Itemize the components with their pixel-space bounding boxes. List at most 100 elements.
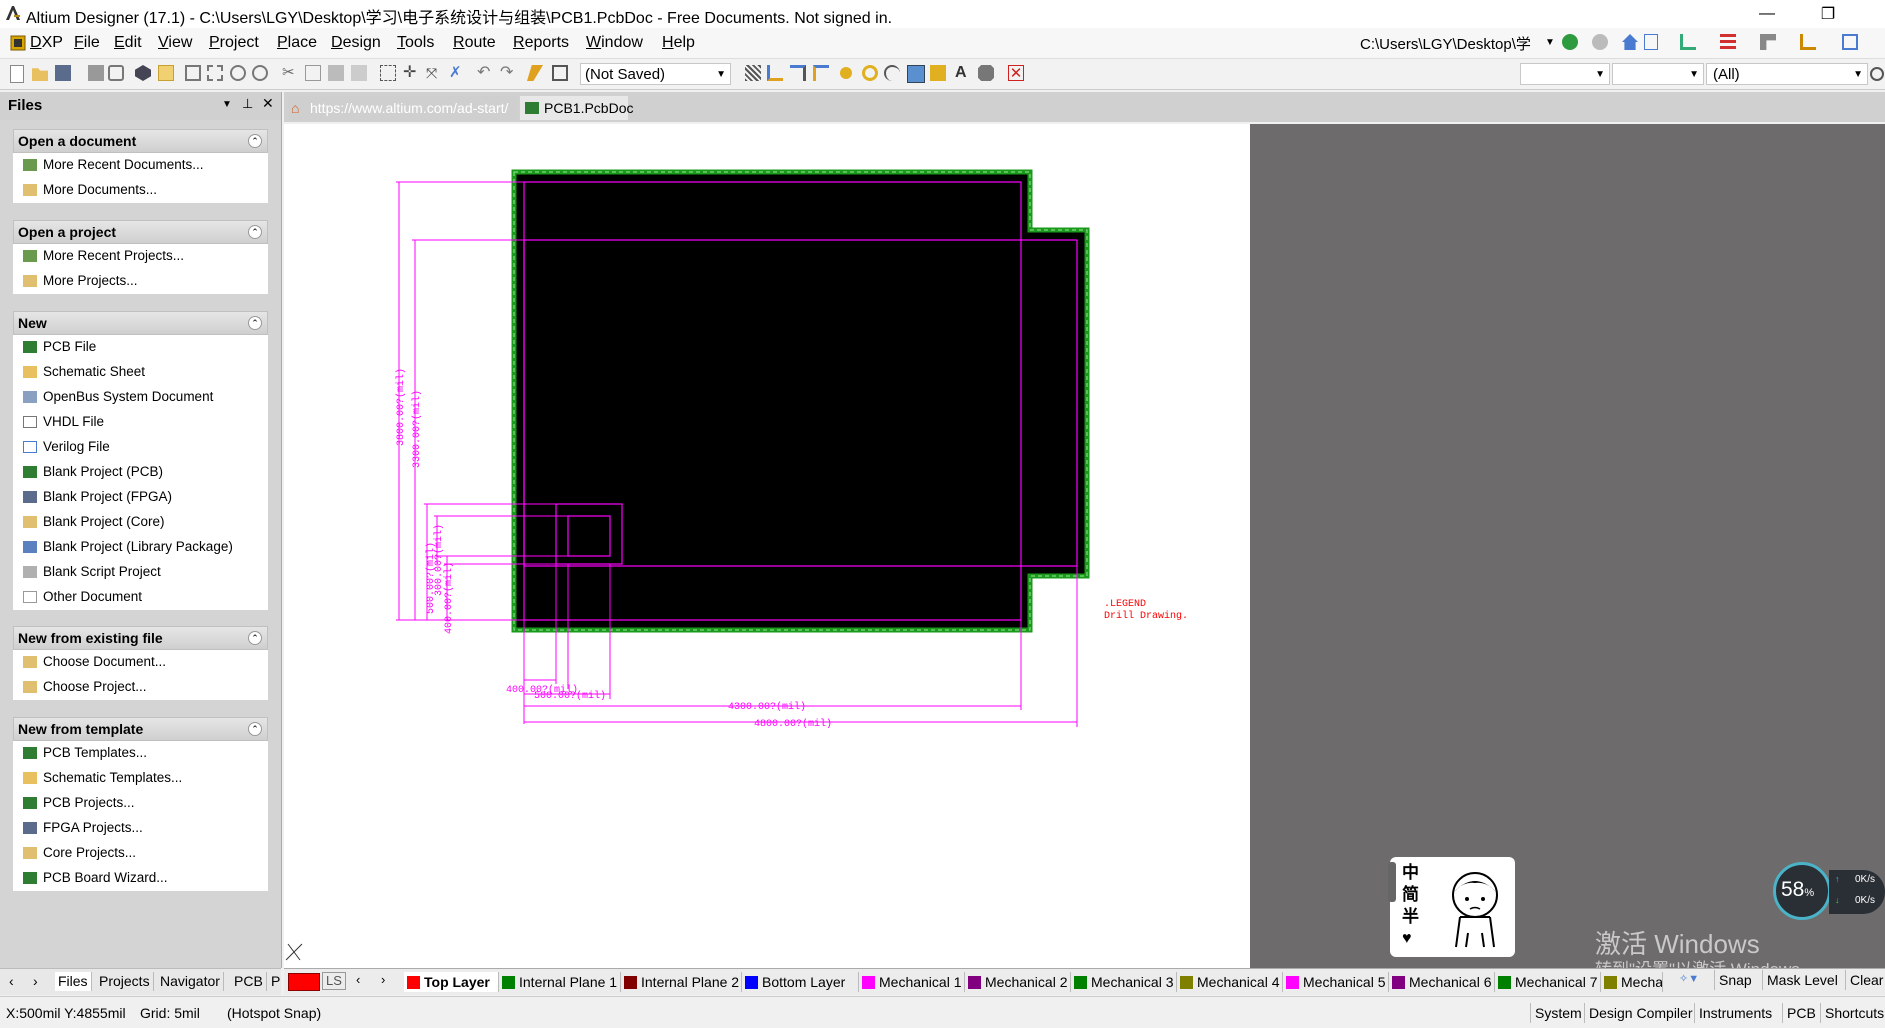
panel-instruments-button[interactable]: Instruments — [1694, 1003, 1776, 1023]
current-layer-swatch[interactable] — [288, 973, 320, 991]
paste-icon[interactable] — [328, 65, 344, 81]
list-item[interactable]: Schematic Templates... — [13, 766, 268, 791]
fill-icon[interactable] — [907, 65, 925, 83]
panel-shortcuts-button[interactable]: Shortcuts — [1820, 1003, 1885, 1023]
tune-length-icon[interactable] — [813, 65, 829, 81]
workspace-background[interactable] — [1250, 124, 1885, 968]
save-icon[interactable] — [55, 65, 71, 81]
scroll-right-icon[interactable]: › — [381, 972, 385, 987]
3d-view-icon[interactable] — [135, 65, 151, 81]
clear-button[interactable]: Clear — [1845, 970, 1885, 990]
pcb-canvas[interactable]: 3800.00?(mil) 3300.00?(mil) 500.00?(mil)… — [284, 124, 1250, 968]
interactive-route-icon[interactable] — [745, 65, 761, 81]
list-item[interactable]: Core Projects... — [13, 841, 268, 866]
collapse-icon[interactable]: ⌃ — [248, 225, 262, 239]
open-icon[interactable] — [32, 68, 48, 81]
layer-tab[interactable]: Mechanical 7 — [1495, 972, 1601, 992]
layer-tab[interactable]: Mechanical 6 — [1389, 972, 1495, 992]
clear-overlays-icon[interactable]: ✕ — [1008, 65, 1024, 82]
layer-tab[interactable]: Internal Plane 1 — [499, 972, 621, 992]
tab-pcb-document[interactable]: PCB1.PcbDoc — [520, 96, 633, 120]
restore-button[interactable]: ❐ — [1805, 0, 1851, 28]
via-icon[interactable] — [862, 65, 878, 81]
list-item[interactable]: More Recent Projects... — [13, 244, 268, 269]
new-icon[interactable] — [10, 65, 24, 83]
collapse-icon[interactable]: ⌃ — [248, 134, 262, 148]
scroll-right-icon[interactable]: › — [30, 972, 41, 991]
section-header[interactable]: New from template ⌃ — [13, 717, 268, 741]
zoom-selected-icon[interactable] — [230, 65, 246, 81]
list-item[interactable]: PCB Board Wizard... — [13, 866, 268, 891]
menu-file[interactable]: File — [74, 34, 100, 52]
pad-icon[interactable] — [840, 67, 852, 79]
layer-tab[interactable]: Internal Plane 2 — [621, 972, 742, 992]
layer-tab[interactable]: Mechanical 4 — [1177, 972, 1283, 992]
home-icon[interactable] — [1622, 34, 1638, 50]
list-item[interactable]: Blank Project (Core) — [13, 510, 268, 535]
ime-handle[interactable] — [1388, 862, 1396, 902]
print-icon[interactable] — [88, 65, 104, 81]
list-item[interactable]: Blank Project (PCB) — [13, 460, 268, 485]
copy-icon[interactable] — [305, 65, 321, 81]
tab-navigator[interactable]: Navigator — [157, 972, 224, 991]
tab-pcb[interactable]: PCB — [231, 972, 267, 991]
document-path-box[interactable]: C:\Users\LGY\Desktop\学 — [1360, 33, 1560, 55]
tab-projects[interactable]: Projects — [96, 972, 154, 991]
list-item[interactable]: More Documents... — [13, 178, 268, 203]
pin-icon[interactable]: ⊥ — [242, 96, 253, 112]
menu-help[interactable]: Help — [662, 34, 695, 52]
ruler-icon[interactable] — [1800, 34, 1816, 50]
list-item[interactable]: Other Document — [13, 585, 268, 610]
layer-tab[interactable]: Mechanical 3 — [1071, 972, 1177, 992]
ime-widget[interactable]: 中 简 半 ♥ — [1390, 857, 1515, 957]
list-item[interactable]: More Projects... — [13, 269, 268, 294]
cut-icon[interactable]: ✂ — [282, 65, 298, 81]
list-item[interactable]: Verilog File — [13, 435, 268, 460]
filter-combo[interactable]: (All) ▼ — [1706, 63, 1868, 85]
layer-set-button[interactable]: LS — [322, 972, 346, 990]
list-item[interactable]: More Recent Documents... — [13, 153, 268, 178]
menu-view[interactable]: View — [158, 34, 192, 52]
zoom-area-icon[interactable] — [207, 65, 223, 81]
layer-tab[interactable]: Mechanical 1 — [859, 972, 965, 992]
section-header[interactable]: New ⌃ — [13, 311, 268, 335]
section-header[interactable]: New from existing file ⌃ — [13, 626, 268, 650]
open-project-icon[interactable] — [158, 65, 174, 81]
zoom-filter-icon[interactable] — [252, 65, 268, 81]
menu-place[interactable]: Place — [277, 34, 317, 52]
route-multiple-icon[interactable] — [767, 65, 783, 81]
list-item[interactable]: PCB Projects... — [13, 791, 268, 816]
layer-filter-icon[interactable]: ✧▼ — [1679, 972, 1699, 985]
list-item[interactable]: FPGA Projects... — [13, 816, 268, 841]
layer-tab[interactable]: Mecha — [1601, 972, 1663, 992]
collapse-icon[interactable]: ⌃ — [248, 722, 262, 736]
menu-route[interactable]: Route — [453, 34, 496, 52]
menu-dxp[interactable]: DXP — [30, 34, 63, 52]
back-icon[interactable] — [1562, 34, 1578, 50]
rubber-stamp-icon[interactable] — [351, 65, 367, 81]
deselect-icon[interactable]: ⤧ — [426, 65, 442, 81]
tab-start-page[interactable]: ⌂ https://www.altium.com/ad-start/ — [288, 96, 518, 120]
snap-button[interactable]: Snap — [1714, 970, 1756, 990]
layer-tab[interactable]: Mechanical 2 — [965, 972, 1071, 992]
polygon-pour-icon[interactable] — [930, 65, 946, 81]
print-preview-icon[interactable] — [108, 65, 124, 81]
list-item[interactable]: Blank Script Project — [13, 560, 268, 585]
menu-design[interactable]: Design — [331, 34, 381, 52]
panel-system-button[interactable]: System — [1530, 1003, 1586, 1023]
document-icon[interactable] — [1644, 34, 1658, 50]
path-dropdown-icon[interactable]: ▼ — [1545, 37, 1555, 48]
list-item[interactable]: Choose Document... — [13, 650, 268, 675]
layer-tab[interactable]: Top Layer — [404, 972, 499, 992]
arc-icon[interactable] — [884, 65, 900, 81]
minimize-button[interactable]: — — [1744, 0, 1790, 28]
menu-edit[interactable]: Edit — [114, 34, 142, 52]
cross-probe-icon[interactable] — [527, 65, 543, 81]
list-item[interactable]: OpenBus System Document — [13, 385, 268, 410]
grid-icon[interactable] — [1760, 34, 1776, 50]
tab-p[interactable]: P — [268, 972, 283, 991]
menu-window[interactable]: Window — [586, 34, 643, 52]
layer-combo[interactable]: ▼ — [1520, 63, 1610, 85]
list-item[interactable]: PCB Templates... — [13, 741, 268, 766]
collapse-icon[interactable]: ⌃ — [248, 316, 262, 330]
